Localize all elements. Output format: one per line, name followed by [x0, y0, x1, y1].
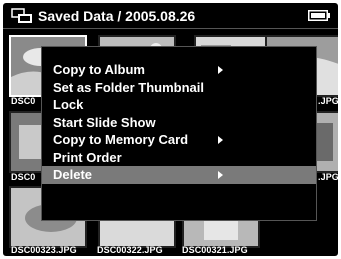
chevron-right-icon [218, 66, 223, 74]
thumbnail-caption: .JPG [318, 172, 338, 182]
menu-item-copy-to-album[interactable]: Copy to Album [42, 61, 316, 79]
thumbnail-caption: DSC0 [11, 172, 36, 182]
context-menu: Copy to Album Set as Folder Thumbnail Lo… [41, 46, 317, 221]
menu-item-label: Print Order [53, 149, 122, 165]
menu-item-label: Copy to Memory Card [53, 132, 189, 147]
menu-item-set-as-folder-thumbnail[interactable]: Set as Folder Thumbnail [42, 79, 316, 97]
title-divider [3, 28, 338, 29]
menu-item-label: Lock [53, 97, 84, 112]
thumbnail-caption: DSC00323.JPG [11, 245, 77, 255]
title-bar: Saved Data / 2005.08.26 [3, 3, 338, 28]
screen: Saved Data / 2005.08.26 DSC0 .JPG DSC0 .… [3, 3, 338, 256]
menu-item-label: Copy to Album [53, 62, 145, 77]
chevron-right-icon [218, 136, 223, 144]
menu-item-label: Start Slide Show [53, 114, 156, 130]
menu-item-start-slide-show[interactable]: Start Slide Show [42, 114, 316, 132]
menu-item-print-order[interactable]: Print Order [42, 149, 316, 167]
thumbnail-caption: DSC00322.JPG [97, 245, 163, 255]
menu-item-lock[interactable]: Lock [42, 96, 316, 114]
thumbnail-caption: DSC0 [11, 96, 36, 106]
menu-item-delete[interactable]: Delete [42, 166, 316, 184]
thumbnail-caption: .JPG [318, 96, 338, 106]
thumbnail-caption: DSC00321.JPG [182, 245, 248, 255]
chevron-right-icon [218, 171, 223, 179]
menu-item-copy-to-memory-card[interactable]: Copy to Memory Card [42, 131, 316, 149]
page-title: Saved Data / 2005.08.26 [38, 8, 196, 24]
menu-item-label: Delete [53, 167, 93, 182]
battery-icon [308, 10, 330, 21]
menu-item-label: Set as Folder Thumbnail [53, 79, 204, 95]
folder-icon [11, 8, 32, 23]
